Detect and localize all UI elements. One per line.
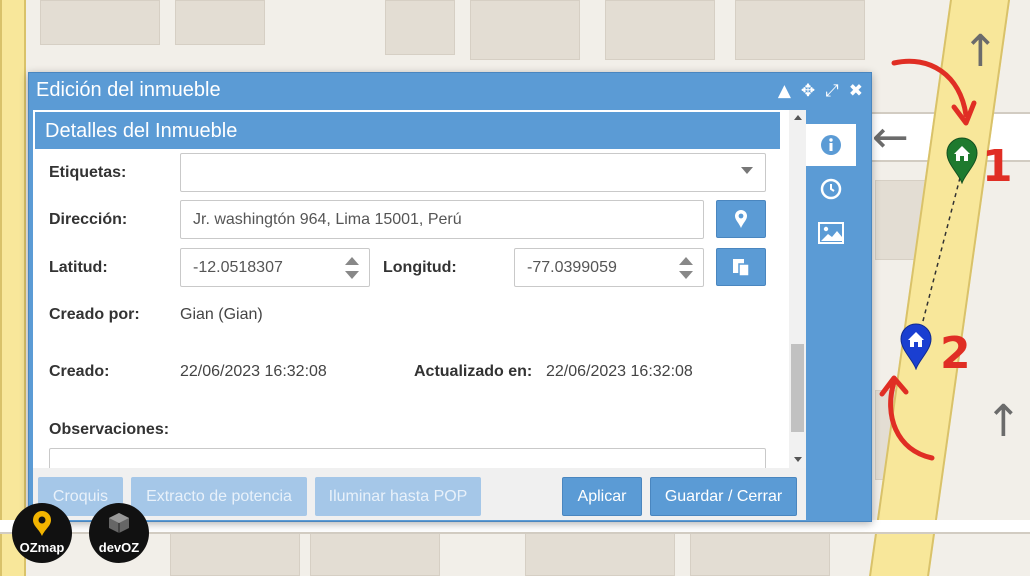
dialog-footer: Croquis Extracto de potencia Iluminar ha…: [33, 468, 806, 520]
annotation-arrow-icon: [891, 58, 977, 126]
longitud-input[interactable]: -77.0399059: [514, 248, 704, 287]
direccion-value: Jr. washingtón 964, Lima 15001, Perú: [193, 210, 462, 228]
paste-coordinates-button[interactable]: [716, 248, 766, 286]
house-marker-icon[interactable]: [945, 136, 979, 184]
scroll-thumb[interactable]: [791, 344, 804, 432]
creado-por-label: Creado por:: [49, 306, 140, 323]
latitud-input[interactable]: -12.0518307: [180, 248, 370, 287]
actualizado-value: 22/06/2023 16:32:08: [546, 363, 693, 380]
scroll-down-icon[interactable]: [794, 457, 802, 462]
ozmap-logo: OZmap: [12, 503, 72, 563]
devoz-logo-text: devOZ: [98, 540, 140, 555]
section-title: Detalles del Inmueble: [35, 112, 780, 149]
side-tabs: [806, 110, 870, 520]
longitud-label: Longitud:: [383, 259, 457, 276]
house-marker-icon[interactable]: [899, 322, 933, 370]
info-icon: [821, 135, 841, 155]
dialog-title: Edición del inmueble: [36, 79, 221, 101]
locate-address-button[interactable]: [716, 200, 766, 238]
longitud-value: -77.0399059: [527, 258, 617, 276]
dialog-controls: ▲ ✥ ⤢ ✖: [778, 81, 863, 101]
latitud-value: -12.0518307: [193, 258, 283, 276]
iluminar-pop-button[interactable]: Iluminar hasta POP: [315, 477, 481, 516]
observaciones-textarea[interactable]: [49, 448, 766, 468]
devoz-logo: devOZ: [89, 503, 149, 563]
actualizado-label: Actualizado en:: [414, 363, 533, 380]
map-pin-icon: [735, 210, 747, 228]
tab-info[interactable]: [806, 124, 856, 166]
collapse-icon[interactable]: ▲: [778, 81, 791, 101]
latitud-label: Latitud:: [49, 259, 108, 276]
scrollbar[interactable]: [789, 110, 806, 468]
property-edit-dialog: Edición del inmueble ▲ ✥ ⤢ ✖ Detalles de…: [28, 72, 872, 522]
ozmap-logo-text: OZmap: [19, 540, 65, 555]
paste-icon: [733, 259, 750, 277]
tab-images[interactable]: [806, 212, 856, 254]
annotation-arrow-icon: [879, 375, 935, 461]
scroll-up-icon[interactable]: [794, 115, 802, 120]
spinner-icon[interactable]: [345, 257, 359, 279]
marker-1-number: 1: [982, 141, 1013, 192]
cube-icon: [109, 513, 129, 533]
guardar-cerrar-button[interactable]: Guardar / Cerrar: [650, 477, 797, 516]
etiquetas-label: Etiquetas:: [49, 164, 127, 181]
clock-icon: [820, 178, 842, 200]
tab-history[interactable]: [806, 168, 856, 210]
creado-value: 22/06/2023 16:32:08: [180, 363, 327, 380]
chevron-down-icon: [741, 167, 753, 174]
details-panel: Detalles del Inmueble Etiquetas: Direcci…: [33, 110, 806, 468]
direccion-label: Dirección:: [49, 211, 128, 228]
creado-por-value: Gian (Gian): [180, 306, 263, 323]
image-icon: [818, 222, 844, 244]
creado-label: Creado:: [49, 363, 110, 380]
direccion-input[interactable]: Jr. washingtón 964, Lima 15001, Perú: [180, 200, 704, 239]
close-icon[interactable]: ✖: [849, 81, 863, 101]
etiquetas-select[interactable]: [180, 153, 766, 192]
map-pin-icon: [33, 511, 51, 536]
extracto-potencia-button[interactable]: Extracto de potencia: [131, 477, 307, 516]
aplicar-button[interactable]: Aplicar: [562, 477, 642, 516]
move-icon[interactable]: ✥: [801, 81, 815, 101]
spinner-icon[interactable]: [679, 257, 693, 279]
maximize-icon[interactable]: ⤢: [825, 81, 839, 101]
observaciones-label: Observaciones:: [49, 421, 170, 438]
